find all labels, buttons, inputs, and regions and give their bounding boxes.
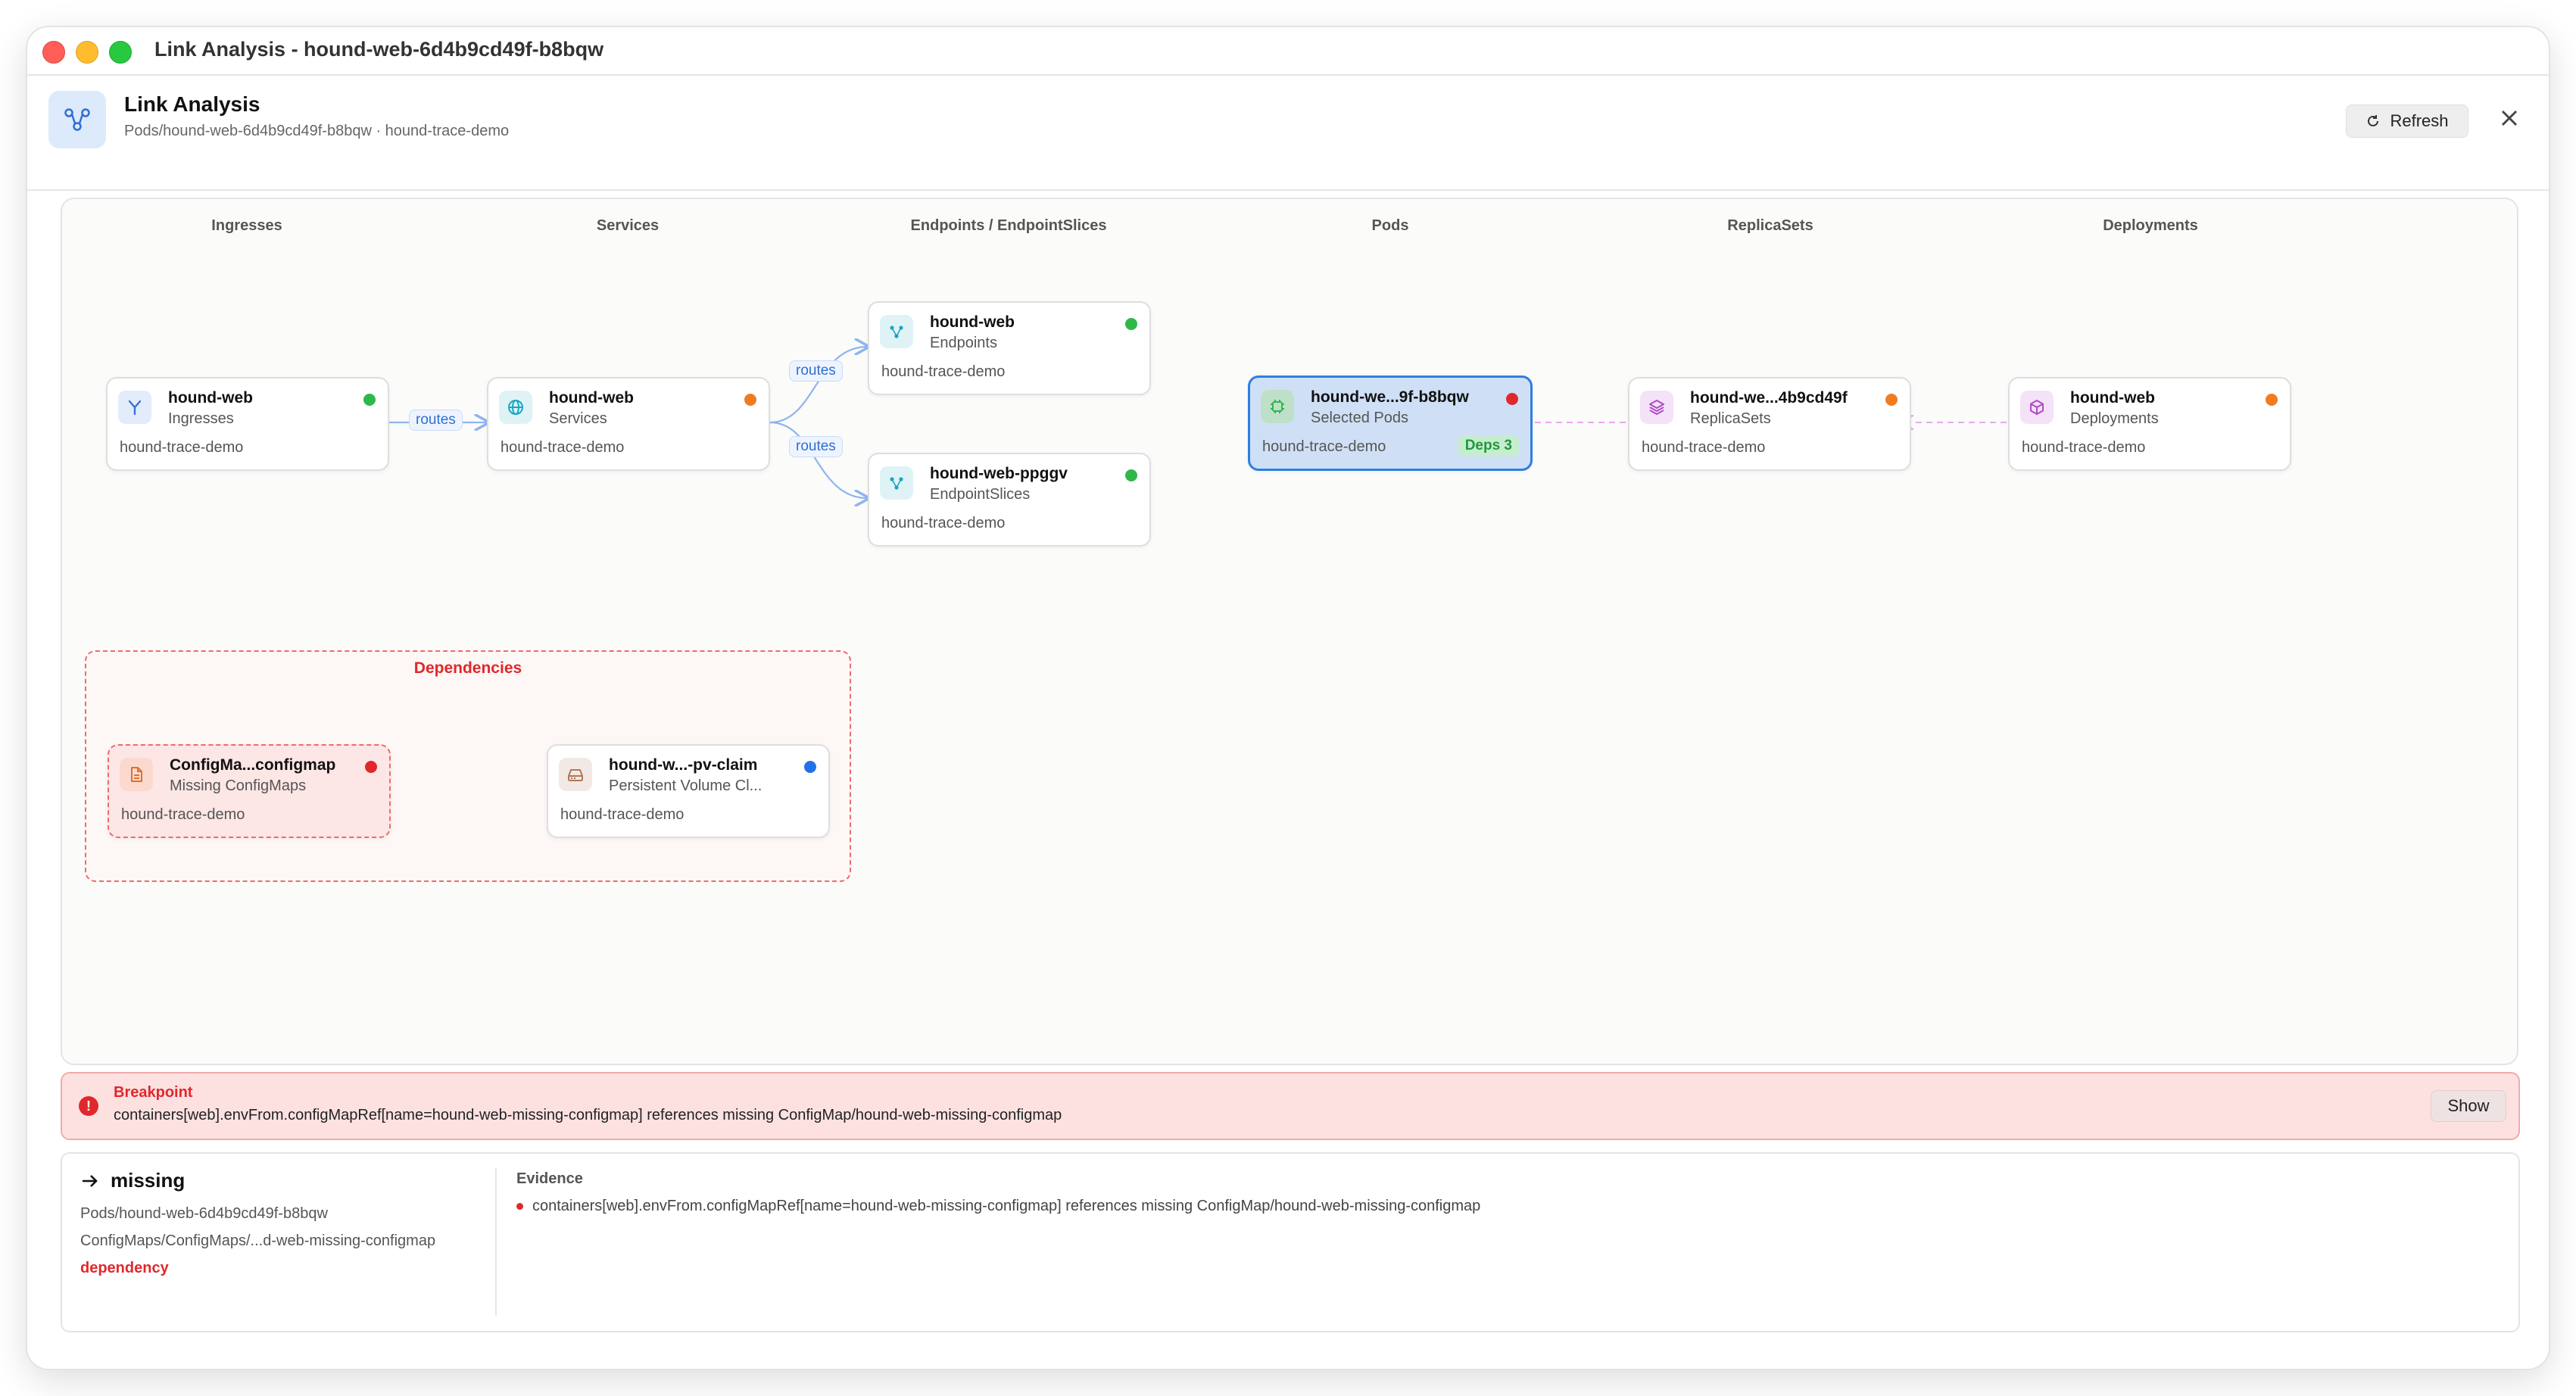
edge-label-routes: routes — [789, 360, 843, 382]
node-missing-configmap[interactable]: ConfigMa...configmap Missing ConfigMaps … — [108, 744, 391, 838]
node-replicaset[interactable]: hound-we...4b9cd49f ReplicaSets hound-tr… — [1628, 377, 1911, 471]
alert-icon: ! — [79, 1096, 98, 1116]
node-kind: Missing ConfigMaps — [170, 777, 307, 794]
graph-edges — [388, 199, 2007, 1064]
node-namespace: hound-trace-demo — [121, 806, 245, 823]
detail-relation: dependency — [80, 1260, 169, 1276]
node-namespace: hound-trace-demo — [881, 363, 1006, 380]
detail-title: missing — [111, 1169, 186, 1192]
status-indicator — [804, 761, 816, 773]
status-indicator — [1506, 393, 1518, 405]
node-name: hound-w...-pv-claim — [609, 756, 758, 774]
edge-label-routes: routes — [789, 436, 843, 457]
node-deployment[interactable]: hound-web Deployments hound-trace-demo — [2008, 377, 2291, 471]
window-title: Link Analysis - hound-web-6d4b9cd49f-b8b… — [154, 38, 604, 61]
node-name: ConfigMa...configmap — [170, 756, 336, 774]
node-kind: Deployments — [2070, 410, 2159, 427]
status-indicator — [1885, 394, 1898, 406]
edge-service-endpoints — [769, 347, 868, 424]
dialog-header: Link Analysis Pods/hound-web-6d4b9cd49f-… — [27, 76, 2549, 191]
node-kind: Endpoints — [930, 335, 997, 351]
app-window: Link Analysis - hound-web-6d4b9cd49f-b8b… — [27, 27, 2549, 1369]
status-indicator — [1125, 469, 1137, 481]
endpointslice-icon — [880, 466, 913, 500]
node-namespace: hound-trace-demo — [501, 439, 625, 456]
dependencies-title: Dependencies — [413, 659, 522, 677]
node-endpointslice[interactable]: hound-web-ppggv EndpointSlices hound-tra… — [868, 453, 1151, 547]
node-name: hound-web — [2070, 389, 2155, 407]
edge-label-routes: routes — [409, 410, 463, 431]
refresh-button[interactable]: Refresh — [2346, 104, 2468, 138]
node-namespace: hound-trace-demo — [1642, 439, 1766, 456]
status-indicator — [365, 761, 377, 773]
close-window-button[interactable] — [42, 41, 65, 64]
node-pvc[interactable]: hound-w...-pv-claim Persistent Volume Cl… — [547, 744, 830, 838]
status-indicator — [363, 394, 376, 406]
maximize-window-button[interactable] — [109, 41, 132, 64]
cube-icon — [2020, 391, 2054, 424]
refresh-icon — [2368, 115, 2379, 126]
node-ingress[interactable]: hound-web Ingresses hound-trace-demo — [106, 377, 389, 471]
node-name: hound-web — [168, 389, 253, 407]
node-endpoints[interactable]: hound-web Endpoints hound-trace-demo — [868, 301, 1151, 395]
file-icon — [120, 758, 153, 791]
breakpoint-title: Breakpoint — [114, 1084, 193, 1101]
node-kind: Services — [549, 410, 607, 427]
endpoints-icon — [880, 315, 913, 348]
title-bar: Link Analysis - hound-web-6d4b9cd49f-b8b… — [27, 27, 2549, 76]
layers-icon — [1640, 391, 1673, 424]
refresh-label: Refresh — [2390, 111, 2449, 130]
pod-icon — [1261, 390, 1294, 423]
node-name: hound-web — [930, 313, 1015, 331]
evidence-item: containers[web].envFrom.configMapRef[nam… — [516, 1198, 1480, 1215]
node-service[interactable]: hound-web Services hound-trace-demo — [487, 377, 770, 471]
node-name: hound-we...9f-b8bqw — [1311, 388, 1469, 406]
node-kind: Persistent Volume Cl... — [609, 777, 763, 794]
node-name: hound-we...4b9cd49f — [1690, 389, 1848, 407]
breakpoint-message: containers[web].envFrom.configMapRef[nam… — [114, 1107, 1062, 1123]
evidence-title: Evidence — [516, 1170, 583, 1187]
link-analysis-icon — [48, 91, 106, 148]
node-kind: EndpointSlices — [930, 486, 1031, 503]
deps-badge: Deps 3 — [1457, 435, 1520, 457]
node-kind: ReplicaSets — [1690, 410, 1771, 427]
detail-target: ConfigMaps/ConfigMaps/...d-web-missing-c… — [80, 1232, 436, 1249]
node-namespace: hound-trace-demo — [881, 515, 1006, 531]
status-indicator — [2266, 394, 2278, 406]
node-namespace: hound-trace-demo — [560, 806, 685, 823]
close-icon — [2502, 111, 2517, 126]
minimize-window-button[interactable] — [76, 41, 98, 64]
hard-drive-icon — [559, 758, 592, 791]
node-namespace: hound-trace-demo — [120, 439, 244, 456]
status-indicator — [744, 394, 756, 406]
close-dialog-button[interactable] — [2494, 103, 2525, 133]
detail-source: Pods/hound-web-6d4b9cd49f-b8bqw — [80, 1205, 328, 1222]
graph-canvas[interactable]: Ingresses Services Endpoints / EndpointS… — [61, 198, 2518, 1065]
node-pod-selected[interactable]: hound-we...9f-b8bqw Selected Pods hound-… — [1248, 375, 1533, 471]
show-button[interactable]: Show — [2431, 1090, 2506, 1122]
evidence-text: containers[web].envFrom.configMapRef[nam… — [532, 1198, 1481, 1214]
status-indicator — [1125, 318, 1137, 330]
node-name: hound-web-ppggv — [930, 465, 1068, 482]
node-kind: Selected Pods — [1311, 410, 1408, 426]
page-title: Link Analysis — [124, 92, 260, 116]
breakpoint-banner: ! Breakpoint containers[web].envFrom.con… — [61, 1072, 2520, 1140]
edge-service-endpointslice — [769, 421, 868, 498]
arrow-right-icon — [83, 1174, 98, 1187]
node-namespace: hound-trace-demo — [1262, 438, 1386, 455]
node-namespace: hound-trace-demo — [2022, 439, 2146, 456]
node-name: hound-web — [549, 389, 634, 407]
service-globe-icon — [499, 391, 532, 424]
page-subtitle: Pods/hound-web-6d4b9cd49f-b8bqw · hound-… — [124, 123, 510, 139]
node-kind: Ingresses — [168, 410, 234, 427]
detail-heading: missing — [80, 1169, 185, 1192]
divider — [495, 1167, 497, 1316]
ingress-icon — [118, 391, 151, 424]
bullet-icon — [516, 1203, 523, 1210]
dependencies-group: Dependencies ConfigMa...configmap Missin… — [85, 650, 851, 882]
link-detail-panel: missing Pods/hound-web-6d4b9cd49f-b8bqw … — [61, 1152, 2520, 1332]
